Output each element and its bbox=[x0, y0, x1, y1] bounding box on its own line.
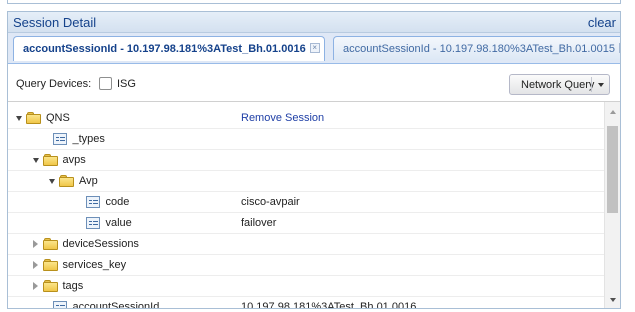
property-icon bbox=[85, 217, 100, 229]
property-icon bbox=[52, 301, 67, 308]
tree-row[interactable]: tags bbox=[8, 276, 604, 297]
tree-row[interactable]: deviceSessions bbox=[8, 234, 604, 255]
tree-node-value: failover bbox=[241, 217, 277, 229]
tree-node-label: QNS bbox=[46, 112, 70, 124]
scrollbar-thumb[interactable] bbox=[607, 126, 618, 213]
tree-node-label: tags bbox=[62, 280, 84, 292]
triangle-right-icon[interactable] bbox=[32, 282, 38, 290]
folder-icon bbox=[42, 258, 59, 271]
panel-title: Session Detail bbox=[13, 15, 97, 30]
tree-row[interactable]: Avp bbox=[8, 171, 604, 192]
query-devices-label: Query Devices: bbox=[16, 78, 92, 90]
session-detail-panel: Session Detail clear accountSessionId - … bbox=[7, 11, 621, 309]
tree-node-label: deviceSessions bbox=[62, 238, 139, 250]
split-divider bbox=[591, 77, 592, 92]
clear-link[interactable]: clear bbox=[588, 15, 616, 30]
tab-session-0015[interactable]: accountSessionId - 10.197.98.180%3ATest_… bbox=[333, 36, 620, 60]
outer-frame-top bbox=[7, 0, 621, 4]
tree-row[interactable]: value failover bbox=[8, 213, 604, 234]
tab-session-0016[interactable]: accountSessionId - 10.197.98.181%3ATest_… bbox=[13, 36, 325, 61]
network-query-button[interactable]: Network Query bbox=[509, 74, 610, 95]
tree-node-label: _types bbox=[72, 133, 105, 145]
network-query-label: Network Query bbox=[521, 79, 595, 91]
session-tab-bar: accountSessionId - 10.197.98.181%3ATest_… bbox=[8, 33, 620, 64]
folder-icon bbox=[42, 153, 59, 166]
tree-row[interactable]: code cisco-avpair bbox=[8, 192, 604, 213]
panel-header: Session Detail clear bbox=[8, 12, 620, 33]
tree-node-value: cisco-avpair bbox=[241, 196, 300, 208]
chevron-down-icon[interactable] bbox=[598, 83, 604, 87]
tree-node-label: avps bbox=[62, 154, 86, 166]
triangle-right-icon[interactable] bbox=[32, 240, 38, 248]
triangle-down-icon[interactable] bbox=[49, 179, 55, 184]
isg-checkbox[interactable] bbox=[99, 77, 112, 90]
vertical-scrollbar[interactable] bbox=[604, 102, 620, 308]
triangle-right-icon[interactable] bbox=[32, 261, 38, 269]
isg-label: ISG bbox=[117, 78, 136, 90]
tree-node-label: services_key bbox=[62, 259, 127, 271]
property-icon bbox=[85, 196, 100, 208]
folder-icon bbox=[26, 111, 42, 124]
tree-row[interactable]: avps bbox=[8, 150, 604, 171]
triangle-down-icon[interactable] bbox=[32, 158, 39, 163]
scroll-up-arrow-icon[interactable] bbox=[610, 110, 616, 114]
close-icon[interactable]: × bbox=[618, 43, 620, 53]
tree-node-label: Avp bbox=[79, 175, 98, 187]
property-icon bbox=[52, 133, 67, 145]
tree-row[interactable]: services_key bbox=[8, 255, 604, 276]
tab-label: accountSessionId - 10.197.98.180%3ATest_… bbox=[343, 43, 615, 55]
folder-icon bbox=[42, 279, 59, 292]
close-icon[interactable]: × bbox=[309, 43, 320, 53]
triangle-down-icon[interactable] bbox=[16, 116, 22, 121]
tree-node-label: value bbox=[105, 217, 132, 229]
remove-session-link[interactable]: Remove Session bbox=[241, 112, 324, 124]
tab-label: accountSessionId - 10.197.98.181%3ATest_… bbox=[23, 43, 306, 55]
scroll-down-arrow-icon[interactable] bbox=[610, 298, 616, 302]
tree-row[interactable]: accountSessionId 10.197.98.181%3ATest_Bh.… bbox=[8, 297, 604, 309]
tree-row[interactable]: _types bbox=[8, 129, 604, 150]
tree-row[interactable]: QNS Remove Session bbox=[8, 108, 604, 129]
session-tree: QNS Remove Session _types avps Avp code cisco-… bbox=[8, 102, 604, 309]
query-toolbar: Query Devices: ISG Network Query bbox=[8, 64, 620, 102]
tree-node-label: accountSessionId bbox=[72, 301, 160, 309]
folder-icon bbox=[42, 237, 59, 250]
tree-node-label: code bbox=[105, 196, 130, 208]
tree-node-value: 10.197.98.181%3ATest_Bh.01.0016 bbox=[241, 301, 417, 309]
folder-icon bbox=[59, 174, 75, 187]
